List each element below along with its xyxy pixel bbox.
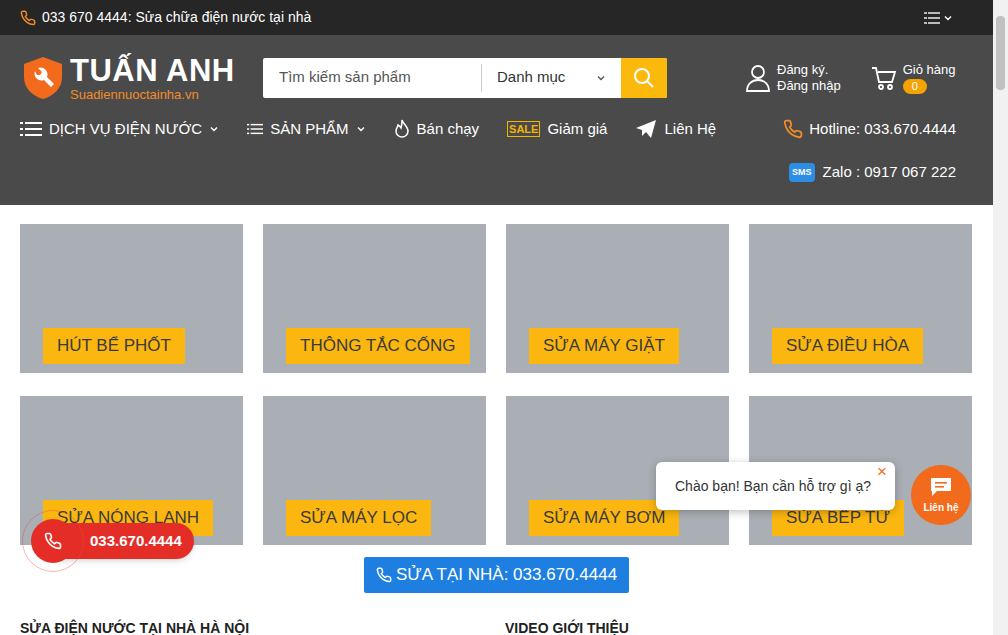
fire-icon <box>394 119 410 139</box>
logo[interactable]: TUẤN ANH Suadiennuoctainha.vn <box>20 55 263 101</box>
nav-item[interactable]: Bán chạy <box>394 118 480 141</box>
account-link[interactable]: Đăng ký.Đăng nhập <box>745 62 841 94</box>
category-select[interactable]: Danh mục <box>482 58 621 98</box>
search-button[interactable] <box>621 58 667 98</box>
service-card[interactable]: THÔNG TẮC CỐNG <box>263 224 486 373</box>
chat-icon <box>929 476 953 498</box>
service-label[interactable]: SỬA MÁY GIẶT <box>529 328 679 364</box>
cart-icon <box>871 65 897 91</box>
phone-icon <box>31 519 75 563</box>
nav-item[interactable]: DỊCH VỤ ĐIỆN NƯỚC <box>20 118 219 141</box>
language-menu-icon[interactable] <box>924 11 953 25</box>
send-icon <box>635 119 657 139</box>
service-label[interactable]: SỬA ĐIỀU HÒA <box>772 328 923 364</box>
search-icon <box>632 66 656 90</box>
service-card[interactable]: SỬA MÁY LỌC <box>263 396 486 545</box>
chevron-icon <box>596 73 606 83</box>
cart-badge: 0 <box>903 79 927 94</box>
service-card[interactable]: SỬA ĐIỀU HÒA <box>749 224 972 373</box>
service-label[interactable]: SỬA MÁY LỌC <box>286 500 431 536</box>
close-button[interactable]: × <box>877 463 887 480</box>
zalo-contact[interactable]: SMSZalo : 0917 067 222 <box>789 161 956 184</box>
service-card[interactable]: HÚT BỂ PHỐT <box>20 224 243 373</box>
cart-link[interactable]: Giỏ hàng0 <box>871 62 956 94</box>
header: TUẤN ANH Suadiennuoctainha.vn Danh mục Đăng… <box>0 35 993 205</box>
sms-icon: SMS <box>789 163 815 182</box>
chevron-icon <box>209 124 219 134</box>
service-label[interactable]: THÔNG TẮC CỐNG <box>286 328 470 364</box>
user-icon <box>745 64 771 92</box>
section-heading: VIDEO GIỚI THIỆU <box>505 620 629 635</box>
phone-icon <box>783 119 803 139</box>
chevron-icon <box>356 124 366 134</box>
search-bar: Danh mục <box>263 58 667 98</box>
nav-item[interactable]: Liên Hệ <box>635 118 716 141</box>
nav-item[interactable]: SALEGiảm giá <box>507 118 607 141</box>
contact-button[interactable]: Liên hệ <box>911 465 971 525</box>
cta-button[interactable]: SỬA TẠI NHÀ: 033.670.4444 <box>364 557 629 593</box>
service-label[interactable]: HÚT BỂ PHỐT <box>43 328 185 364</box>
top-bar: 033 670 4444: Sửa chữa điện nước tại nhà <box>0 0 993 35</box>
scrollbar[interactable] <box>993 0 1008 635</box>
phone-icon <box>20 10 36 26</box>
wrench-shield-icon <box>20 55 66 101</box>
logo-subtitle: Suadiennuoctainha.vn <box>70 88 235 101</box>
list-icon <box>247 121 263 137</box>
logo-title: TUẤN ANH <box>70 55 235 86</box>
float-phone-button[interactable]: 033.670.4444 <box>22 510 194 572</box>
chat-bubble[interactable]: Chào bạn! Bạn cần hỗ trợ gì ạ?× <box>656 462 895 510</box>
service-card[interactable]: SỬA MÁY GIẶT <box>506 224 729 373</box>
top-bar-text: 033 670 4444: Sửa chữa điện nước tại nhà <box>42 7 311 28</box>
sale-icon: SALE <box>507 121 540 137</box>
nav-item[interactable]: SẢN PHẨM <box>247 118 365 141</box>
phone-icon <box>376 567 392 583</box>
list-icon <box>20 121 42 137</box>
hotline[interactable]: Hotline: 033.670.4444 <box>783 118 956 141</box>
section-heading: SỬA ĐIỆN NƯỚC TẠI NHÀ HÀ NỘI <box>20 620 505 635</box>
main-nav: DỊCH VỤ ĐIỆN NƯỚC SẢN PHẨM Bán chạy SALEGiả… <box>0 114 993 144</box>
search-input[interactable] <box>263 58 481 98</box>
